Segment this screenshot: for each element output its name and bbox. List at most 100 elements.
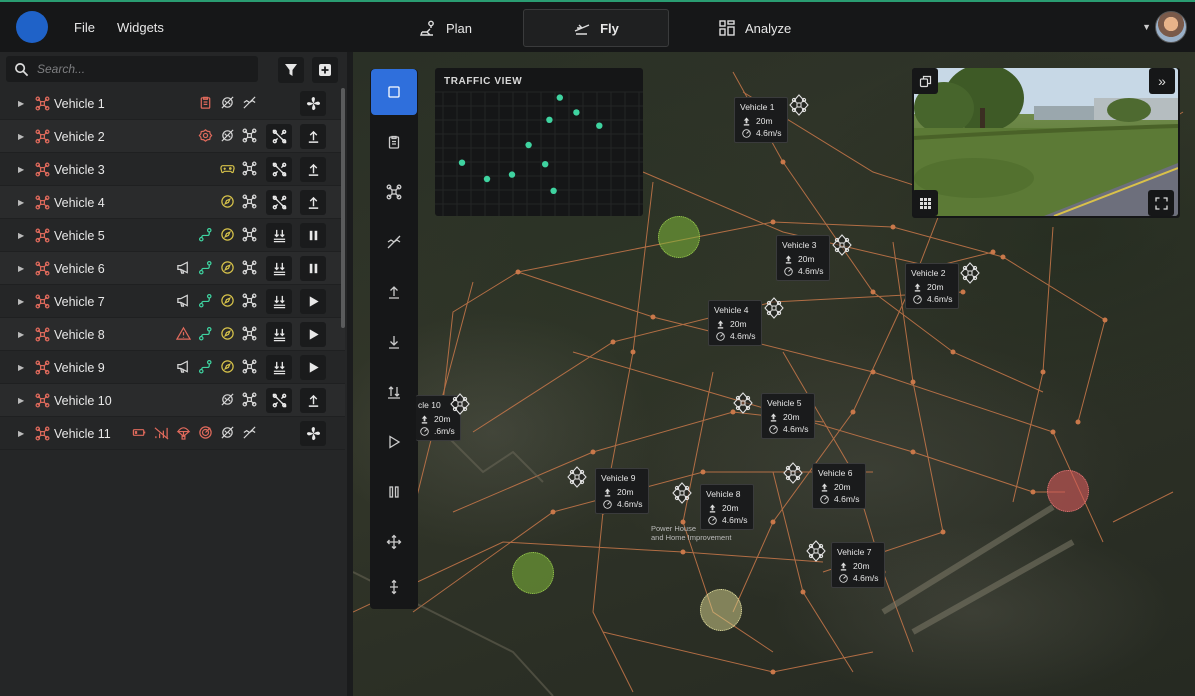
grid-view-button[interactable]	[912, 190, 938, 216]
mission-tool-button[interactable]	[370, 119, 418, 165]
zone-red[interactable]	[1047, 470, 1089, 512]
search-input[interactable]	[37, 62, 237, 76]
vehicle-row[interactable]: ▶ Vehicle 4	[0, 186, 345, 219]
no-drone-button[interactable]	[266, 124, 292, 149]
vehicle-row[interactable]: ▶ Vehicle 7	[0, 285, 345, 318]
altitude-tool-button[interactable]	[370, 369, 418, 415]
no-drone-button[interactable]	[266, 157, 292, 182]
map-drone-icon[interactable]	[732, 392, 754, 414]
vehicle-row[interactable]: ▶ Vehicle 3	[0, 153, 345, 186]
play-tool-button[interactable]	[370, 419, 418, 465]
fullscreen-icon	[1154, 196, 1168, 210]
vertical-move-tool-button[interactable]	[370, 564, 418, 610]
expand-caret-icon[interactable]: ▶	[18, 231, 24, 240]
vehicle-callout[interactable]: Vehicle 1 20m 4.6m/s	[734, 97, 788, 143]
vehicle-row[interactable]: ▶ Vehicle 6	[0, 252, 345, 285]
upload-button[interactable]	[300, 157, 326, 182]
map-drone-icon[interactable]	[805, 540, 827, 562]
expand-caret-icon[interactable]: ▶	[18, 198, 24, 207]
expand-caret-icon[interactable]: ▶	[18, 165, 24, 174]
vehicle-callout[interactable]: Vehicle 3 20m 4.6m/s	[776, 235, 830, 281]
traffic-point	[525, 141, 532, 149]
map-view[interactable]: Power House and Home Improvement TRAFFIC…	[353, 52, 1195, 696]
tab-analyze-label: Analyze	[745, 20, 792, 36]
chevron-down-icon[interactable]: ▼	[1142, 22, 1151, 32]
vehicle-callout[interactable]: Vehicle 6 20m 4.6m/s	[812, 463, 866, 509]
fan-button[interactable]	[300, 91, 326, 116]
app-logo[interactable]	[16, 11, 48, 43]
pip-button[interactable]	[912, 68, 938, 94]
vehicle-row[interactable]: ▶ Vehicle 9	[0, 351, 345, 384]
tab-plan[interactable]: Plan	[405, 9, 486, 47]
expand-caret-icon[interactable]: ▶	[18, 330, 24, 339]
map-drone-icon[interactable]	[831, 234, 853, 256]
vehicle-callout[interactable]: Vehicle 2 20m 4.6m/s	[905, 263, 959, 309]
menu-widgets[interactable]: Widgets	[117, 20, 164, 35]
upload-button[interactable]	[300, 388, 326, 413]
upload-button[interactable]	[300, 124, 326, 149]
vehicle-row[interactable]: ▶ Vehicle 8	[0, 318, 345, 351]
expand-caret-icon[interactable]: ▶	[18, 264, 24, 273]
map-drone-icon[interactable]	[449, 393, 471, 415]
play-button[interactable]	[300, 289, 326, 314]
map-drone-icon[interactable]	[566, 466, 588, 488]
map-drone-icon[interactable]	[959, 262, 981, 284]
drone-tool-button[interactable]	[370, 169, 418, 215]
expand-caret-icon[interactable]: ▶	[18, 132, 24, 141]
takeoff-tool-button[interactable]	[370, 269, 418, 315]
land-button[interactable]	[266, 256, 292, 281]
no-drone-button[interactable]	[266, 388, 292, 413]
land-tool-button[interactable]	[370, 319, 418, 365]
vehicle-callout[interactable]: Vehicle 8 20m 4.6m/s	[700, 484, 754, 530]
land-button[interactable]	[266, 223, 292, 248]
video-feed-panel[interactable]	[912, 68, 1180, 218]
expand-caret-icon[interactable]: ▶	[18, 363, 24, 372]
expand-caret-icon[interactable]: ▶	[18, 396, 24, 405]
vehicle-row[interactable]: ▶ Vehicle 10	[0, 384, 345, 417]
expand-caret-icon[interactable]: ▶	[18, 429, 24, 438]
zone-yellow[interactable]	[700, 589, 742, 631]
pause-tool-button[interactable]	[370, 469, 418, 515]
avatar[interactable]	[1155, 11, 1187, 43]
vehicle-row[interactable]: ▶ Vehicle 11	[0, 417, 345, 450]
vehicle-callout[interactable]: Vehicle 7 20m 4.6m/s	[831, 542, 885, 588]
double-chevron-right-icon: »	[1158, 73, 1166, 89]
fan-button[interactable]	[300, 421, 326, 446]
vehicle-row[interactable]: ▶ Vehicle 1	[0, 87, 345, 120]
vehicle-callout[interactable]: Vehicle 5 20m 4.6m/s	[761, 393, 815, 439]
vehicle-row[interactable]: ▶ Vehicle 2	[0, 120, 345, 153]
play-button[interactable]	[300, 322, 326, 347]
zone-green-1[interactable]	[658, 216, 700, 258]
map-drone-icon[interactable]	[763, 297, 785, 319]
menu-file[interactable]: File	[74, 20, 95, 35]
vehicle-callout[interactable]: Vehicle 9 20m 4.6m/s	[595, 468, 649, 514]
fullscreen-button[interactable]	[1148, 190, 1174, 216]
user-menu[interactable]: ▼	[1142, 11, 1187, 43]
collapse-panel-button[interactable]: »	[1149, 68, 1175, 94]
pause-button[interactable]	[300, 223, 326, 248]
traffic-view-panel[interactable]: TRAFFIC VIEW	[435, 68, 643, 216]
expand-caret-icon[interactable]: ▶	[18, 99, 24, 108]
map-drone-icon[interactable]	[788, 94, 810, 116]
land-button[interactable]	[266, 289, 292, 314]
select-tool-button[interactable]	[371, 69, 417, 115]
no-drone-button[interactable]	[266, 190, 292, 215]
add-vehicle-button[interactable]	[312, 57, 338, 83]
land-button[interactable]	[266, 322, 292, 347]
expand-caret-icon[interactable]: ▶	[18, 297, 24, 306]
filter-button[interactable]	[278, 57, 304, 83]
disarm-tool-button[interactable]	[370, 219, 418, 265]
pause-button[interactable]	[300, 256, 326, 281]
upload-button[interactable]	[300, 190, 326, 215]
play-button[interactable]	[300, 355, 326, 380]
tab-fly[interactable]: Fly	[523, 9, 669, 47]
map-drone-icon[interactable]	[782, 462, 804, 484]
zone-green-2[interactable]	[512, 552, 554, 594]
land-button[interactable]	[266, 355, 292, 380]
vehicle-callout[interactable]: Vehicle 4 20m 4.6m/s	[708, 300, 762, 346]
sidebar-scrollbar[interactable]	[341, 88, 345, 328]
map-drone-icon[interactable]	[671, 482, 693, 504]
vehicle-row[interactable]: ▶ Vehicle 5	[0, 219, 345, 252]
tab-analyze[interactable]: Analyze	[704, 9, 805, 47]
move-tool-button[interactable]	[370, 519, 418, 565]
